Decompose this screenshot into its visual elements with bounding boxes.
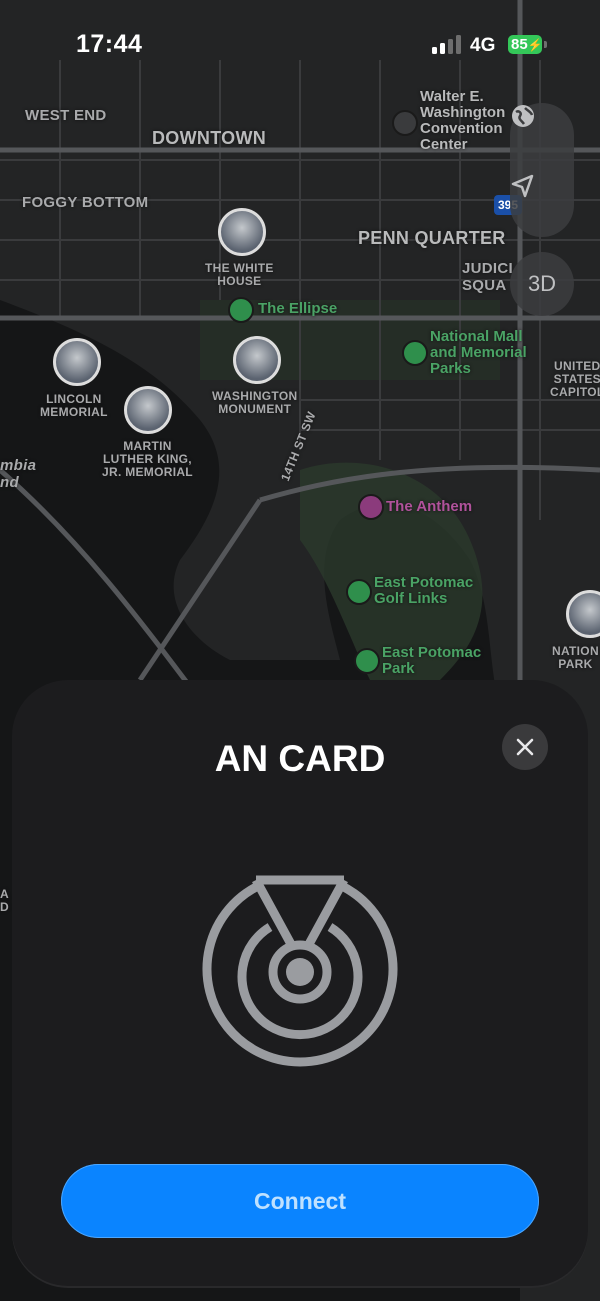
nfc-card-icon	[202, 875, 398, 1067]
ellipse-pin-icon[interactable]	[228, 297, 254, 323]
anthem-pin-icon[interactable]	[358, 494, 384, 520]
white-house-landmark-icon[interactable]	[218, 208, 266, 256]
location-arrow-icon[interactable]	[510, 173, 574, 237]
status-bar: 17:44 4G 85⚡	[0, 0, 600, 90]
map-label-downtown: DOWNTOWN	[152, 128, 267, 148]
map-label-white-house: THE WHITE HOUSE	[205, 261, 274, 288]
map-label-nation-park: NATION PARK	[552, 644, 599, 671]
map-label-judiciary-square: JUDICI SQUA	[462, 260, 513, 294]
map-label-mlk: MARTIN LUTHER KING, JR. MEMORIAL	[102, 439, 193, 479]
map-controls	[510, 103, 574, 237]
national-mall-pin-icon[interactable]	[402, 340, 428, 366]
network-type: 4G	[470, 35, 496, 56]
map-label-island: mbia nd	[0, 457, 37, 491]
map-label-west-end: WEST END	[25, 107, 107, 124]
battery-tip	[544, 41, 547, 48]
card-sheet: AN CARD Connect	[12, 680, 588, 1288]
connect-button[interactable]: Connect	[61, 1164, 539, 1238]
battery-level: 85	[511, 36, 528, 53]
map-label-foggy-bottom: FOGGY BOTTOM	[22, 194, 149, 211]
poi-potomac-park: East Potomac Park	[382, 644, 482, 677]
golf-pin-icon[interactable]	[346, 579, 372, 605]
signal-strength-icon	[432, 34, 462, 54]
map-label-penn-quarter: PENN QUARTER	[358, 228, 506, 248]
lincoln-memorial-landmark-icon[interactable]	[53, 338, 101, 386]
map-label-edge: A D	[0, 887, 9, 914]
status-time: 17:44	[76, 30, 143, 58]
map-label-capitol: UNITED STATES CAPITOL	[550, 359, 600, 399]
close-button[interactable]	[502, 724, 548, 770]
park-pin-icon[interactable]	[354, 648, 380, 674]
map-label-washington: WASHINGTON MONUMENT	[212, 389, 298, 416]
3d-toggle-button[interactable]: 3D	[510, 252, 574, 316]
poi-convention-center: Walter E. Washington Convention Center	[420, 88, 506, 153]
globe-icon[interactable]	[510, 103, 574, 167]
close-icon	[516, 738, 534, 756]
map-label-lincoln: LINCOLN MEMORIAL	[40, 392, 108, 419]
poi-national-mall: National Mall and Memorial Parks	[430, 328, 527, 377]
washington-monument-landmark-icon[interactable]	[233, 336, 281, 384]
battery-icon: 85⚡	[508, 35, 543, 54]
mlk-memorial-landmark-icon[interactable]	[124, 386, 172, 434]
poi-anthem: The Anthem	[386, 498, 473, 515]
convention-center-pin-icon[interactable]	[392, 110, 418, 136]
poi-golf: East Potomac Golf Links	[374, 574, 474, 607]
poi-ellipse: The Ellipse	[258, 300, 338, 317]
